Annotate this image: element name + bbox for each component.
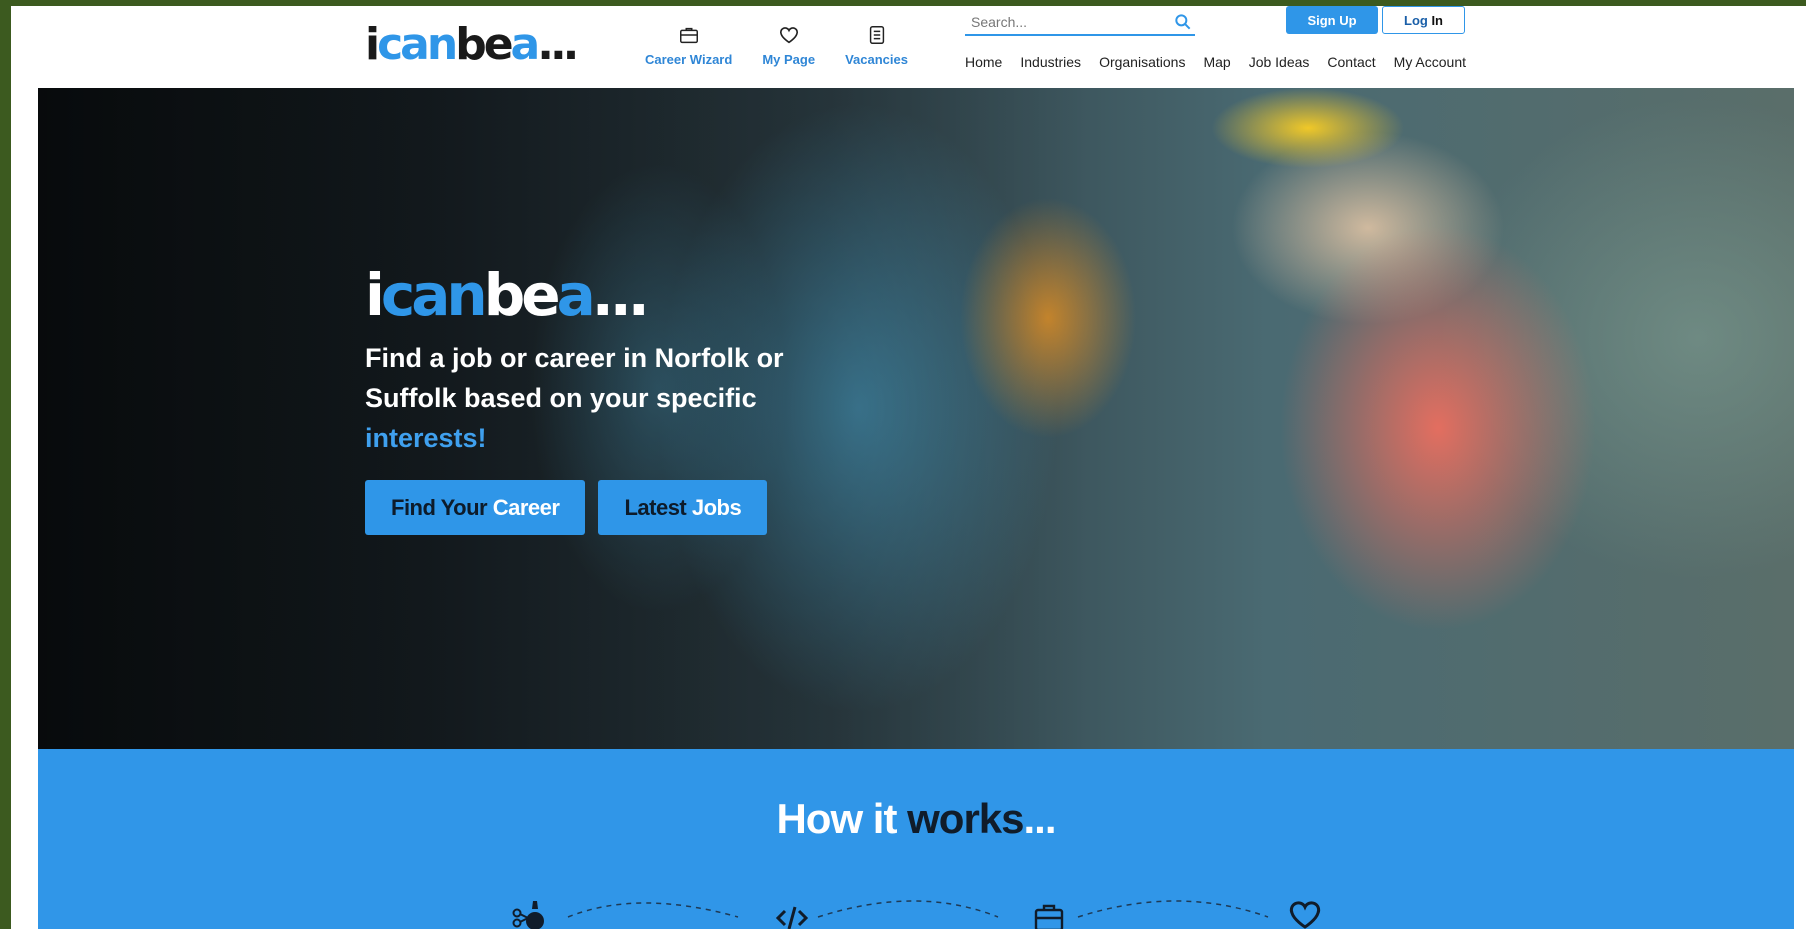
heart-icon bbox=[1289, 901, 1321, 929]
hero-content: icanbea... Find a job or career in Norfo… bbox=[365, 264, 825, 535]
log-in-label-part: Log bbox=[1404, 12, 1432, 28]
briefcase-icon bbox=[1034, 904, 1064, 929]
search-box bbox=[965, 10, 1195, 36]
hero-logo: icanbea... bbox=[365, 264, 825, 326]
nav-job-ideas[interactable]: Job Ideas bbox=[1249, 54, 1310, 70]
logo-part-a: a bbox=[510, 19, 541, 70]
find-your-career-button[interactable]: Find Your Career bbox=[365, 480, 586, 535]
hero-logo-part-can: can bbox=[380, 261, 488, 329]
quick-link-vacancies[interactable]: Vacancies bbox=[845, 24, 908, 67]
skills-tools-icon bbox=[512, 901, 544, 929]
hero-background-image bbox=[38, 88, 1794, 749]
site-logo[interactable]: icanbea... bbox=[365, 19, 579, 70]
nav-industries[interactable]: Industries bbox=[1020, 54, 1081, 70]
logo-part-i: i bbox=[365, 19, 380, 70]
nav-organisations[interactable]: Organisations bbox=[1099, 54, 1185, 70]
nav-contact[interactable]: Contact bbox=[1327, 54, 1375, 70]
search-input[interactable] bbox=[965, 14, 1155, 30]
page: icanbea... Career Wizard My Page Vacanci… bbox=[11, 6, 1806, 929]
code-icon bbox=[775, 906, 809, 929]
title-part: How it bbox=[776, 795, 908, 842]
briefcase-icon bbox=[679, 27, 698, 44]
hero-logo-part-be: be bbox=[483, 261, 561, 329]
how-it-works-title: How it works... bbox=[38, 795, 1794, 843]
hero-tagline: Find a job or career in Norfolk or Suffo… bbox=[365, 338, 825, 458]
title-part: ... bbox=[1023, 795, 1057, 842]
hero-logo-part-a: a bbox=[556, 261, 596, 329]
button-label-part: Jobs bbox=[691, 494, 742, 520]
nav-map[interactable]: Map bbox=[1203, 54, 1230, 70]
site-header: icanbea... Career Wizard My Page Vacanci… bbox=[11, 6, 1806, 88]
hero-logo-dots: ... bbox=[591, 261, 650, 329]
log-in-label-part: In bbox=[1431, 12, 1443, 28]
button-label-part: Career bbox=[492, 494, 560, 520]
quick-links: Career Wizard My Page Vacancies bbox=[645, 24, 938, 67]
logo-part-can: can bbox=[377, 19, 458, 70]
title-part: works bbox=[907, 795, 1024, 842]
button-label-part: Latest bbox=[624, 494, 692, 520]
how-it-works-steps bbox=[38, 889, 1794, 929]
button-label-part: Find Your bbox=[391, 494, 493, 520]
nav-my-account[interactable]: My Account bbox=[1394, 54, 1466, 70]
quick-link-label: My Page bbox=[762, 52, 816, 67]
logo-dots: ... bbox=[537, 19, 579, 70]
hero-banner: icanbea... Find a job or career in Norfo… bbox=[38, 88, 1794, 749]
heart-icon bbox=[779, 27, 798, 44]
sign-up-button[interactable]: Sign Up bbox=[1286, 6, 1378, 34]
quick-link-label: Vacancies bbox=[845, 52, 908, 67]
hero-tagline-highlight: interests! bbox=[365, 423, 487, 453]
latest-jobs-button[interactable]: Latest Jobs bbox=[598, 480, 768, 535]
auth-buttons: Sign Up Log In bbox=[1286, 6, 1465, 34]
document-icon bbox=[869, 26, 884, 44]
hero-logo-part-i: i bbox=[365, 261, 385, 329]
logo-part-be: be bbox=[455, 19, 513, 70]
log-in-button[interactable]: Log In bbox=[1382, 6, 1465, 34]
how-it-works-section: How it works... bbox=[38, 749, 1794, 929]
quick-link-career-wizard[interactable]: Career Wizard bbox=[645, 24, 732, 67]
nav-home[interactable]: Home bbox=[965, 54, 1002, 70]
main-nav: Home Industries Organisations Map Job Id… bbox=[965, 54, 1466, 70]
hero-buttons: Find Your Career Latest Jobs bbox=[365, 480, 825, 535]
quick-link-label: Career Wizard bbox=[645, 52, 733, 67]
hero-tagline-text: Find a job or career in Norfolk or Suffo… bbox=[365, 343, 784, 413]
quick-link-my-page[interactable]: My Page bbox=[762, 24, 815, 67]
dashed-connector bbox=[567, 900, 1269, 918]
search-icon[interactable] bbox=[1173, 12, 1193, 32]
